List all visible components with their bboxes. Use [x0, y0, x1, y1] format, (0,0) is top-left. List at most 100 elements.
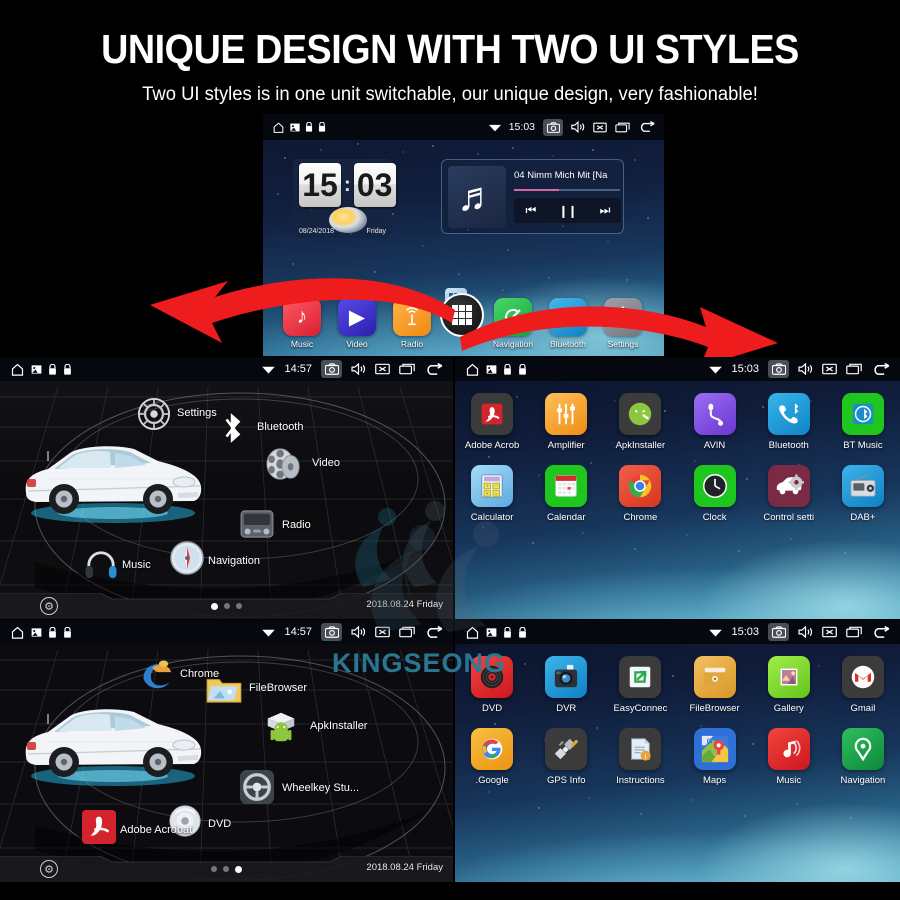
pause-icon[interactable]: ❙❙	[558, 204, 577, 218]
radio-icon	[238, 505, 276, 543]
pdf-icon	[471, 393, 514, 435]
previous-track-icon[interactable]: ⏮	[526, 203, 537, 218]
app-label: Navigation	[840, 775, 886, 786]
music-progress-bar[interactable]	[514, 189, 620, 191]
app-item-bluetooth[interactable]: Bluetooth	[752, 393, 826, 451]
volume-icon[interactable]	[798, 626, 813, 638]
back-icon[interactable]	[871, 362, 890, 376]
car-illustration	[25, 446, 202, 523]
music-widget[interactable]: ♬ 04 Nimm Mich Mit [Na ⏮ ❙❙ ⏭	[441, 159, 624, 234]
app-item-filebrowser[interactable]: FileBrowser	[677, 656, 751, 714]
app-item-control-settings[interactable]: Control setti	[752, 465, 826, 523]
car-node-filebrowser[interactable]: FileBrowser	[205, 670, 307, 708]
recents-icon[interactable]	[399, 363, 415, 375]
recents-icon[interactable]	[615, 122, 630, 133]
car-node-chrome[interactable]: Chrome	[138, 656, 219, 694]
status-time: 14:57	[284, 363, 312, 375]
dock-label: Settings	[607, 339, 639, 349]
back-icon[interactable]	[638, 121, 655, 133]
car-node-apkinstaller[interactable]: ApkInstaller	[262, 708, 367, 746]
mute-x-icon[interactable]	[822, 626, 837, 638]
dock-item-video[interactable]: ▶ Video	[335, 298, 379, 349]
car-node-adobe-acrobat[interactable]: Adobe Acrobat	[80, 808, 192, 846]
car-node-settings[interactable]: Settings	[135, 395, 217, 433]
car-node-radio[interactable]: Radio	[238, 505, 311, 543]
car-node-wheelkey[interactable]: Wheelkey Stu...	[238, 768, 359, 806]
android-icon	[619, 393, 662, 435]
app-item-music[interactable]: Music	[752, 728, 826, 786]
steering-wheel-icon	[238, 768, 276, 806]
car-node-label: Bluetooth	[257, 421, 304, 433]
next-track-icon[interactable]: ⏭	[600, 203, 611, 218]
svg-text:G: G	[706, 736, 712, 745]
app-item-calendar[interactable]: Calendar	[529, 465, 603, 523]
image-icon	[290, 123, 300, 132]
app-item-google[interactable]: .Google	[455, 728, 529, 786]
back-icon[interactable]	[424, 362, 443, 376]
clock-widget[interactable]: 15 : 03 08/24/2018 Friday	[293, 159, 396, 238]
app-label: Calendar	[546, 512, 586, 523]
dock-label: Video	[346, 339, 368, 349]
car-node-bluetooth[interactable]: Bluetooth	[215, 409, 303, 447]
flip-clock: 15 : 03	[299, 163, 396, 207]
app-item-gps-info[interactable]: GPS Info	[529, 728, 603, 786]
app-item-avin[interactable]: AVIN	[677, 393, 751, 451]
camera-icon[interactable]	[768, 360, 789, 378]
app-item-maps[interactable]: G Maps	[677, 728, 751, 786]
app-item-gmail[interactable]: Gmail	[826, 656, 900, 714]
dock-item-settings[interactable]: Settings	[601, 298, 645, 349]
app-drawer-button[interactable]	[440, 293, 484, 337]
lock-icon	[48, 363, 57, 375]
recents-icon[interactable]	[846, 363, 862, 375]
car-node-label: Video	[312, 457, 340, 469]
aux-plug-icon	[693, 393, 736, 435]
app-item-apkinstaller[interactable]: ApkInstaller	[603, 393, 677, 451]
dock-item-radio[interactable]: Radio	[390, 298, 434, 349]
app-item-dvr[interactable]: DVR	[529, 656, 603, 714]
car-node-label: DVD	[208, 818, 232, 830]
app-item-easyconnect[interactable]: EasyConnec	[603, 656, 677, 714]
ie-edge-icon	[138, 656, 176, 694]
home-icon[interactable]	[10, 362, 25, 377]
gmail-icon	[841, 656, 884, 698]
app-label: Clock	[702, 512, 727, 523]
clock-icon	[693, 465, 736, 507]
mute-x-icon[interactable]	[593, 122, 607, 133]
app-item-bt-music[interactable]: BT Music	[826, 393, 900, 451]
wifi-icon	[709, 628, 723, 637]
volume-icon[interactable]	[351, 363, 366, 375]
back-icon[interactable]	[871, 625, 890, 639]
home-icon[interactable]	[10, 625, 25, 640]
recents-icon[interactable]	[846, 626, 862, 638]
camera-icon[interactable]	[768, 623, 789, 641]
clock-date: 08/24/2018	[299, 228, 335, 235]
svg-text:−: −	[495, 483, 498, 488]
car-node-video[interactable]: Video	[264, 445, 340, 483]
app-item-calculator[interactable]: + − × = Calculator	[455, 465, 529, 523]
volume-icon[interactable]	[571, 121, 585, 133]
app-item-amplifier[interactable]: Amplifier	[529, 393, 603, 451]
home-icon[interactable]	[272, 121, 285, 134]
app-item-clock[interactable]: Clock	[677, 465, 751, 523]
car-node-navigation[interactable]: Navigation	[168, 539, 260, 577]
mute-x-icon[interactable]	[822, 363, 837, 375]
film-reel-icon	[264, 445, 302, 483]
dock-item-navigation[interactable]: Navigation	[491, 298, 535, 349]
volume-icon[interactable]	[798, 363, 813, 375]
home-icon[interactable]	[465, 362, 480, 377]
dock-item-music[interactable]: ♪ Music	[280, 298, 324, 349]
camera-icon[interactable]	[543, 118, 563, 136]
dock-item-bluetooth[interactable]: Bluetooth	[546, 298, 590, 349]
mute-x-icon[interactable]	[375, 363, 390, 375]
app-item-dab-plus[interactable]: DAB+	[826, 465, 900, 523]
app-item-navigation[interactable]: Navigation	[826, 728, 900, 786]
app-item-chrome[interactable]: Chrome	[603, 465, 677, 523]
headphones-icon	[82, 545, 120, 583]
app-label: Maps	[702, 775, 727, 786]
car-node-music[interactable]: Music	[82, 545, 151, 583]
app-item-gallery[interactable]: Gallery	[752, 656, 826, 714]
lock-icon	[48, 626, 57, 638]
camera-icon[interactable]	[321, 360, 342, 378]
app-item-instructions[interactable]: i Instructions	[603, 728, 677, 786]
app-item-adobe-acrobat[interactable]: Adobe Acrob	[455, 393, 529, 451]
